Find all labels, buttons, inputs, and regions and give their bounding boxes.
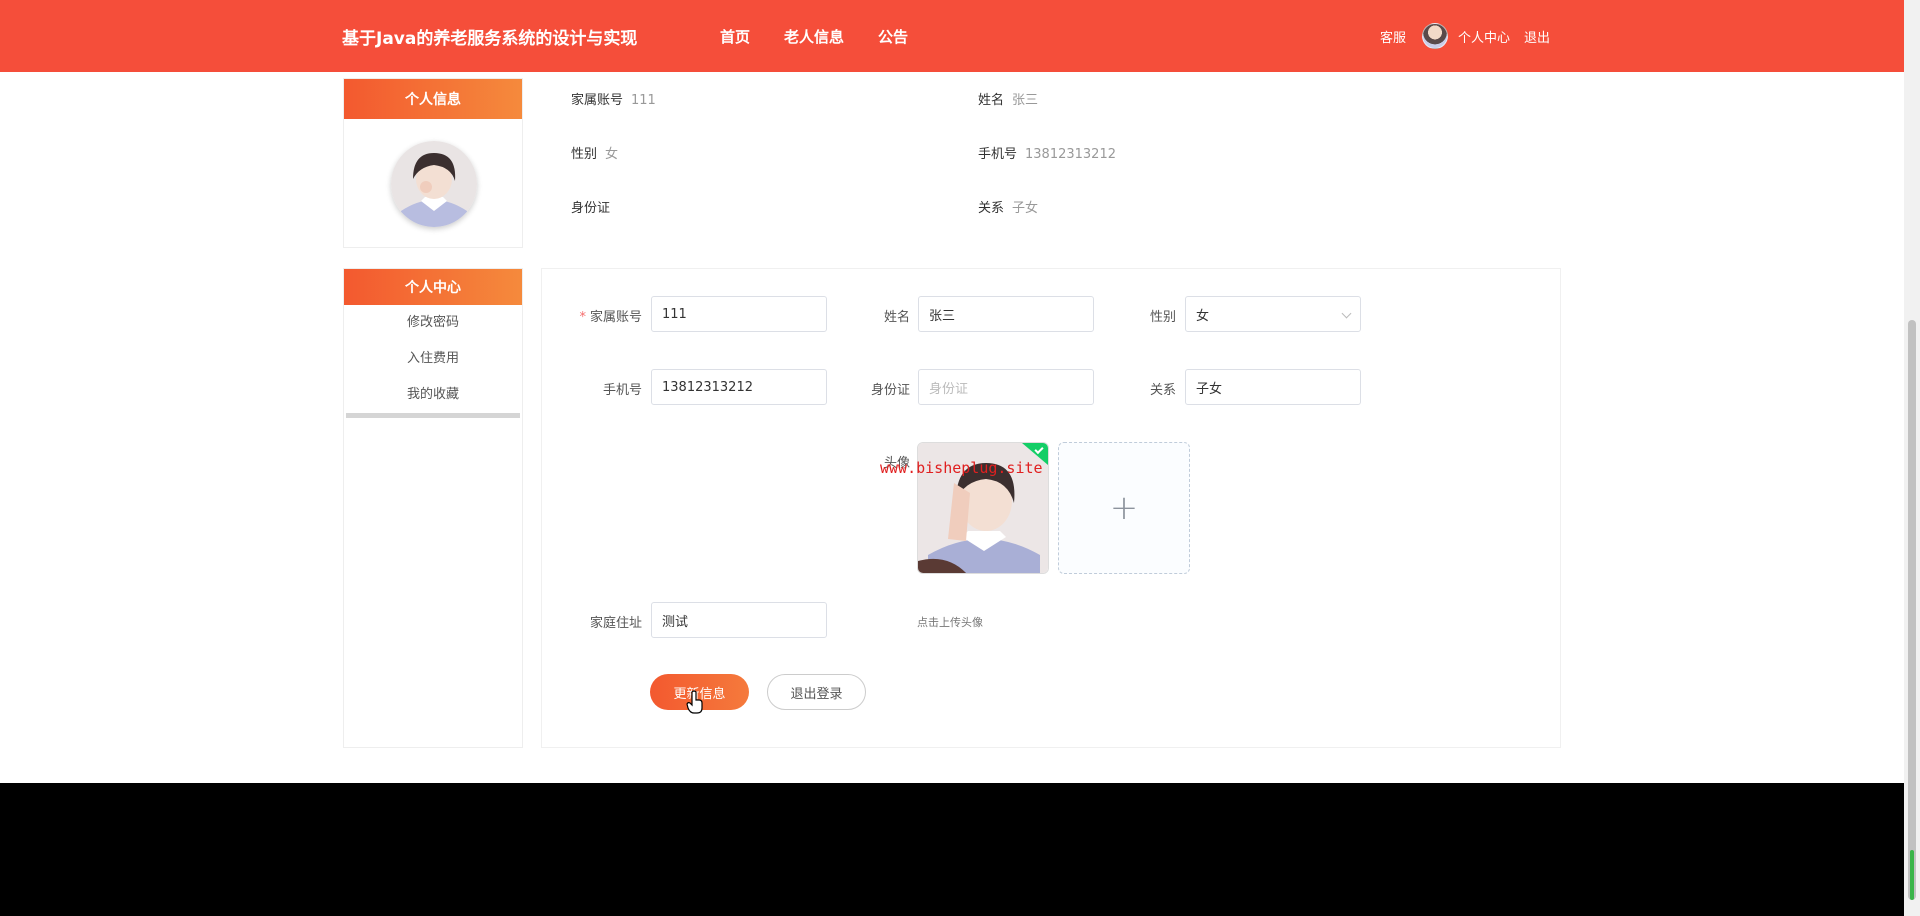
account-input[interactable]: 111 — [651, 296, 827, 332]
profile-card-title: 个人信息 — [344, 79, 522, 119]
menu-change-password[interactable]: 修改密码 — [344, 305, 522, 341]
scroll-indicator — [1910, 850, 1914, 900]
summary-id: 身份证 — [571, 197, 618, 216]
nav-notice[interactable]: 公告 — [878, 26, 908, 47]
summary-account-value: 111 — [631, 93, 656, 108]
name-input[interactable]: 张三 — [918, 296, 1094, 332]
summary-gender-label: 性别 — [571, 147, 598, 162]
phone-input[interactable]: 13812313212 — [651, 369, 827, 405]
gender-select-value: 女 — [1196, 308, 1210, 324]
nav-elder-info[interactable]: 老人信息 — [784, 26, 844, 47]
form-gender-label: 性别 — [1149, 310, 1176, 325]
main-nav: 首页 老人信息 公告 — [720, 26, 908, 47]
form-relation-label: 关系 — [1149, 383, 1176, 398]
menu-my-favorites[interactable]: 我的收藏 — [344, 377, 522, 413]
form-name-label: 姓名 — [883, 310, 910, 325]
summary-phone-value: 13812313212 — [1025, 147, 1116, 162]
form-account-label: * 家属账号 — [570, 306, 642, 325]
summary-account: 家属账号 111 — [571, 89, 656, 108]
side-menu: 个人中心 修改密码 入住费用 我的收藏 — [343, 268, 523, 748]
form-phone-label: 手机号 — [602, 383, 642, 398]
scrollbar-thumb[interactable] — [1908, 320, 1916, 900]
header-user-area: 客服 个人中心 退出 — [1380, 22, 1550, 50]
summary-relation-label: 关系 — [978, 201, 1005, 216]
plus-icon: + — [1109, 488, 1139, 528]
id-card-input[interactable]: 身份证 — [918, 369, 1094, 405]
summary-name: 姓名 张三 — [978, 89, 1038, 108]
address-input[interactable]: 测试 — [651, 602, 827, 638]
menu-divider — [346, 413, 520, 418]
upload-tip: 点击上传头像 — [917, 616, 983, 629]
relation-input[interactable]: 子女 — [1185, 369, 1361, 405]
summary-account-label: 家属账号 — [571, 93, 624, 108]
page-scrollbar[interactable] — [1904, 0, 1920, 916]
form-address-label: 家庭住址 — [589, 616, 642, 631]
side-menu-title[interactable]: 个人中心 — [344, 269, 522, 305]
page: 基于Java的养老服务系统的设计与实现 首页 老人信息 公告 客服 个人中心 退… — [0, 0, 1904, 783]
top-header: 基于Java的养老服务系统的设计与实现 首页 老人信息 公告 客服 个人中心 退… — [0, 0, 1904, 72]
summary-phone-label: 手机号 — [978, 147, 1018, 162]
avatar-upload-button[interactable]: + — [1058, 442, 1190, 574]
summary-relation-value: 子女 — [1012, 201, 1039, 216]
watermark-text: www.bisheplug.site — [880, 459, 1043, 477]
form-account-label-text: 家属账号 — [589, 310, 642, 325]
summary-name-label: 姓名 — [978, 93, 1005, 108]
summary-name-value: 张三 — [1012, 93, 1039, 108]
header-avatar[interactable] — [1422, 23, 1449, 49]
logout-button[interactable]: 退出登录 — [767, 674, 866, 710]
gender-select[interactable]: 女 — [1185, 296, 1361, 332]
profile-avatar — [391, 141, 477, 227]
user-center-link[interactable]: 个人中心 — [1458, 27, 1510, 46]
menu-checkin-fee[interactable]: 入住费用 — [344, 341, 522, 377]
summary-phone: 手机号 13812313212 — [978, 143, 1116, 162]
summary-id-label: 身份证 — [571, 201, 611, 216]
summary-relation: 关系 子女 — [978, 197, 1038, 216]
summary-gender-value: 女 — [605, 147, 619, 162]
logout-link[interactable]: 退出 — [1524, 27, 1550, 46]
required-mark: * — [579, 310, 586, 325]
profile-card: 个人信息 — [343, 78, 523, 248]
form-id-label: 身份证 — [870, 383, 910, 398]
site-title: 基于Java的养老服务系统的设计与实现 — [342, 29, 638, 49]
hand-cursor-icon — [686, 690, 703, 714]
nav-home[interactable]: 首页 — [720, 26, 750, 47]
chevron-down-icon — [1341, 308, 1352, 319]
customer-service-link[interactable]: 客服 — [1380, 27, 1406, 46]
summary-gender: 性别女 — [571, 143, 618, 162]
